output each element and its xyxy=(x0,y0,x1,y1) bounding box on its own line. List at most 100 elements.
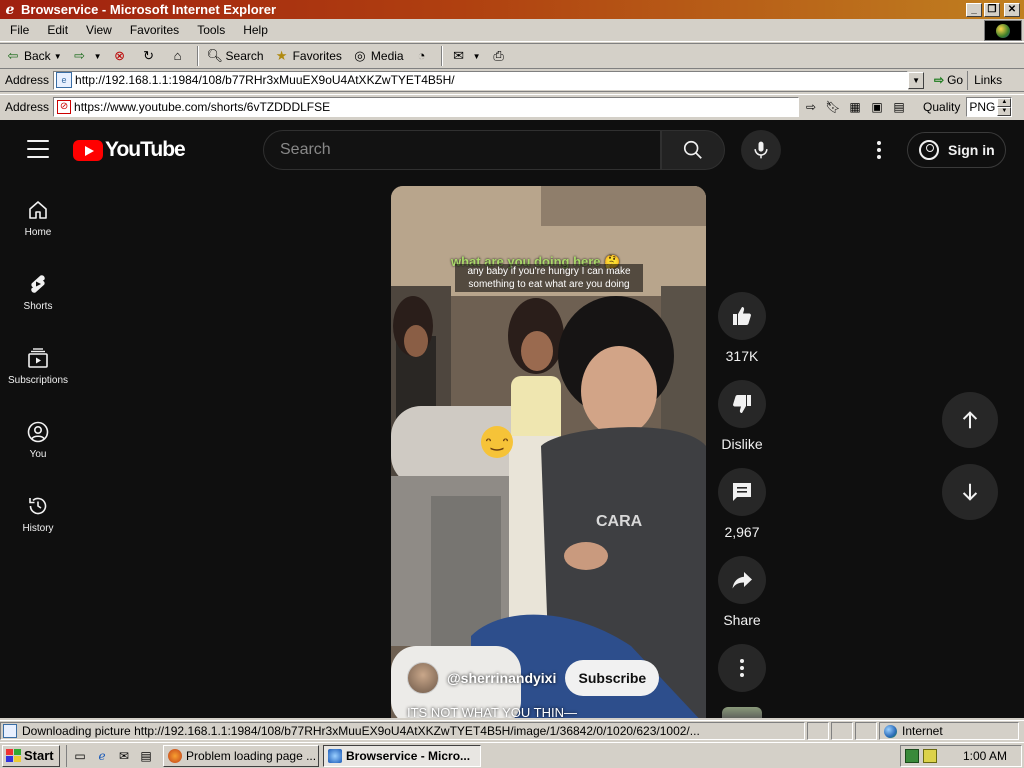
bookmark-icon[interactable]: 🔖︎ xyxy=(823,97,843,117)
back-dropdown-icon[interactable]: ▼ xyxy=(54,52,62,61)
shorts-video-player[interactable]: CARA what are you doing here 🤔 any baby … xyxy=(391,186,706,718)
volume-tray-icon[interactable] xyxy=(923,749,937,763)
forward-dropdown-icon[interactable]: ▼ xyxy=(94,52,102,61)
dislike-action[interactable]: Dislike xyxy=(718,380,766,452)
yt-search-input[interactable]: Search xyxy=(263,130,661,170)
quality-label: Quality xyxy=(923,100,961,114)
next-short-button[interactable] xyxy=(942,464,998,520)
paste-icon[interactable]: ▤ xyxy=(889,97,909,117)
favorites-button[interactable]: ★ Favorites xyxy=(269,45,347,67)
youtube-logo[interactable]: YouTube xyxy=(73,138,186,162)
like-action[interactable]: 317K xyxy=(718,292,766,364)
clipboard-icon[interactable]: ▣ xyxy=(867,97,887,117)
inner-address-field[interactable]: ⊘ https://www.youtube.com/shorts/6vTZDDD… xyxy=(53,97,800,117)
comments-button[interactable] xyxy=(718,468,766,516)
yt-search-button[interactable] xyxy=(661,130,725,170)
task-problem-loading[interactable]: Problem loading page ... xyxy=(163,744,319,767)
ie-quicklaunch-icon[interactable]: e xyxy=(93,747,111,765)
go-button[interactable]: ⇨ Go xyxy=(930,73,967,87)
sidebar-label-you: You xyxy=(29,449,47,460)
ie-address-field[interactable]: e http://192.168.1.1:1984/108/b77RHr3xMu… xyxy=(53,70,909,90)
search-button[interactable]: 🔍︎ Search xyxy=(202,45,269,67)
status-cell-3 xyxy=(855,722,877,740)
links-button[interactable]: Links xyxy=(967,70,1008,90)
channel-row: @sherrinandyixi Subscribe xyxy=(407,660,660,696)
back-button[interactable]: ⇦ Back ▼ xyxy=(0,45,67,67)
menu-tools[interactable]: Tools xyxy=(188,23,234,37)
print-button[interactable]: ⎙ xyxy=(486,45,515,67)
status-cell-1 xyxy=(807,722,829,740)
video-title[interactable]: ITS NOT WHAT YOU THIN— xyxy=(407,705,577,718)
inner-address-label: Address xyxy=(5,100,50,114)
stop-button[interactable]: ⊗ xyxy=(107,45,136,67)
thumbs-up-icon xyxy=(733,307,751,325)
channel-name[interactable]: @sherrinandyixi xyxy=(447,670,556,686)
comments-action[interactable]: 2,967 xyxy=(718,468,766,540)
sound-thumbnail[interactable] xyxy=(722,707,762,718)
more-options-icon[interactable] xyxy=(718,644,766,692)
menu-help[interactable]: Help xyxy=(234,23,277,37)
menu-edit[interactable]: Edit xyxy=(38,23,77,37)
sidebar-item-history[interactable]: History xyxy=(0,476,76,550)
outlook-quicklaunch-icon[interactable]: ✉ xyxy=(115,747,133,765)
quality-select[interactable]: PNG ▲ ▼ xyxy=(966,97,1013,117)
close-button[interactable]: ✕ xyxy=(1004,2,1020,17)
go-arrow-icon: ⇨ xyxy=(934,73,945,87)
sign-in-label: Sign in xyxy=(948,142,995,158)
start-label: Start xyxy=(24,748,54,763)
sidebar-item-you[interactable]: You xyxy=(0,402,76,476)
start-button[interactable]: Start xyxy=(2,744,60,767)
status-text: Downloading picture http://192.168.1.1:1… xyxy=(22,724,700,738)
media-icon: ◎ xyxy=(354,48,366,63)
clock[interactable]: 1:00 AM xyxy=(963,749,1007,763)
status-cell-2 xyxy=(831,722,853,740)
inner-go-icon[interactable]: ⇨ xyxy=(801,97,821,117)
sign-in-button[interactable]: Sign in xyxy=(907,132,1006,168)
folder-quicklaunch-icon[interactable]: ▤ xyxy=(137,747,155,765)
previous-short-button[interactable] xyxy=(942,392,998,448)
subscribe-button[interactable]: Subscribe xyxy=(565,660,660,696)
media-button[interactable]: ◎ Media xyxy=(347,45,409,67)
channel-avatar[interactable] xyxy=(407,662,439,694)
share-button[interactable] xyxy=(718,556,766,604)
home-button[interactable]: ⌂ xyxy=(165,45,194,67)
you-icon xyxy=(27,421,49,443)
task-browservice[interactable]: Browservice - Micro... xyxy=(323,744,481,767)
refresh-button[interactable]: ↻ xyxy=(136,45,165,67)
quality-spinner[interactable]: ▲ ▼ xyxy=(997,98,1012,116)
menu-file[interactable]: File xyxy=(0,23,38,37)
shorts-icon xyxy=(31,275,45,293)
settings-more-icon[interactable] xyxy=(868,138,890,162)
more-action[interactable] xyxy=(718,644,766,692)
share-action[interactable]: Share xyxy=(718,556,766,628)
browservice-address-bar: Address ⊘ https://www.youtube.com/shorts… xyxy=(0,94,1024,119)
forward-button[interactable]: ⇨ ▼ xyxy=(67,45,107,67)
favorites-label: Favorites xyxy=(292,49,342,63)
menu-hamburger-icon[interactable] xyxy=(27,140,49,158)
insecure-icon: ⊘ xyxy=(57,100,72,114)
status-message: Downloading picture http://192.168.1.1:1… xyxy=(0,722,805,740)
sidebar-label-history: History xyxy=(22,523,54,534)
network-tray-icon[interactable] xyxy=(905,749,919,763)
find-icon[interactable]: ▦ xyxy=(845,97,865,117)
sidebar-item-home[interactable]: Home xyxy=(0,180,76,254)
menu-favorites[interactable]: Favorites xyxy=(121,23,188,37)
mail-dropdown-icon[interactable]: ▼ xyxy=(473,52,481,61)
show-desktop-icon[interactable]: ▭ xyxy=(71,747,89,765)
sidebar-label-shorts: Shorts xyxy=(23,301,53,312)
windows-flag-icon xyxy=(6,749,21,762)
firefox-icon xyxy=(168,748,182,763)
minimize-button[interactable]: _ xyxy=(966,2,982,17)
menu-view[interactable]: View xyxy=(77,23,121,37)
voice-search-button[interactable] xyxy=(741,130,781,170)
sidebar-item-shorts[interactable]: Shorts xyxy=(0,254,76,328)
restore-button[interactable]: ❐ xyxy=(984,2,1000,17)
dislike-button[interactable] xyxy=(718,380,766,428)
address-dropdown-button[interactable]: ▼ xyxy=(908,71,925,89)
browser-viewport: YouTube Search Sign in Home Shorts Subsc… xyxy=(0,120,1024,718)
like-button[interactable] xyxy=(718,292,766,340)
mail-button[interactable]: ✉ ▼ xyxy=(446,45,486,67)
window-titlebar[interactable]: e Browservice - Microsoft Internet Explo… xyxy=(0,0,1024,19)
history-button[interactable]: ◔ xyxy=(409,45,438,67)
sidebar-item-subscriptions[interactable]: Subscriptions xyxy=(0,328,76,402)
